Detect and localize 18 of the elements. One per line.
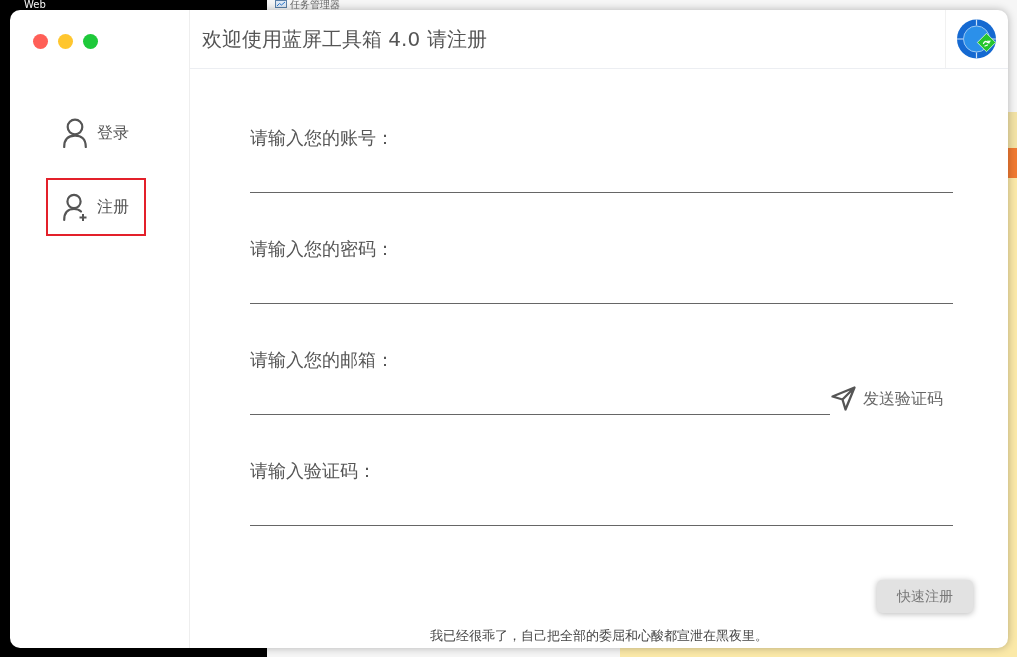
- sidebar-item[interactable]: 登录: [46, 104, 146, 162]
- field-label: 请输入您的密码：: [250, 237, 395, 261]
- desktop-icon-label: Web: [24, 0, 46, 10]
- field-label: 请输入您的邮箱：: [250, 348, 395, 372]
- send-code-button[interactable]: 发送验证码: [831, 386, 943, 411]
- field-label: 请输入验证码：: [250, 459, 377, 483]
- quick-register-button[interactable]: 快速注册: [877, 580, 973, 613]
- background-window-title: 任务管理器: [290, 0, 340, 10]
- user-icon: [62, 118, 88, 148]
- footer-text: 我已经很乖了，自己把全部的委屈和心酸都宣泄在黑夜里。: [429, 628, 769, 645]
- sidebar-item[interactable]: 注册: [46, 178, 146, 236]
- window-title: 欢迎使用蓝屏工具箱 4.0 请注册: [201, 26, 488, 53]
- field-label: 请输入您的账号：: [250, 126, 395, 150]
- app-logo-icon: [957, 19, 997, 59]
- monitor-icon: [275, 0, 287, 9]
- paper-plane-icon: [831, 386, 856, 411]
- user-plus-icon: [62, 192, 88, 222]
- close-icon[interactable]: [33, 34, 48, 49]
